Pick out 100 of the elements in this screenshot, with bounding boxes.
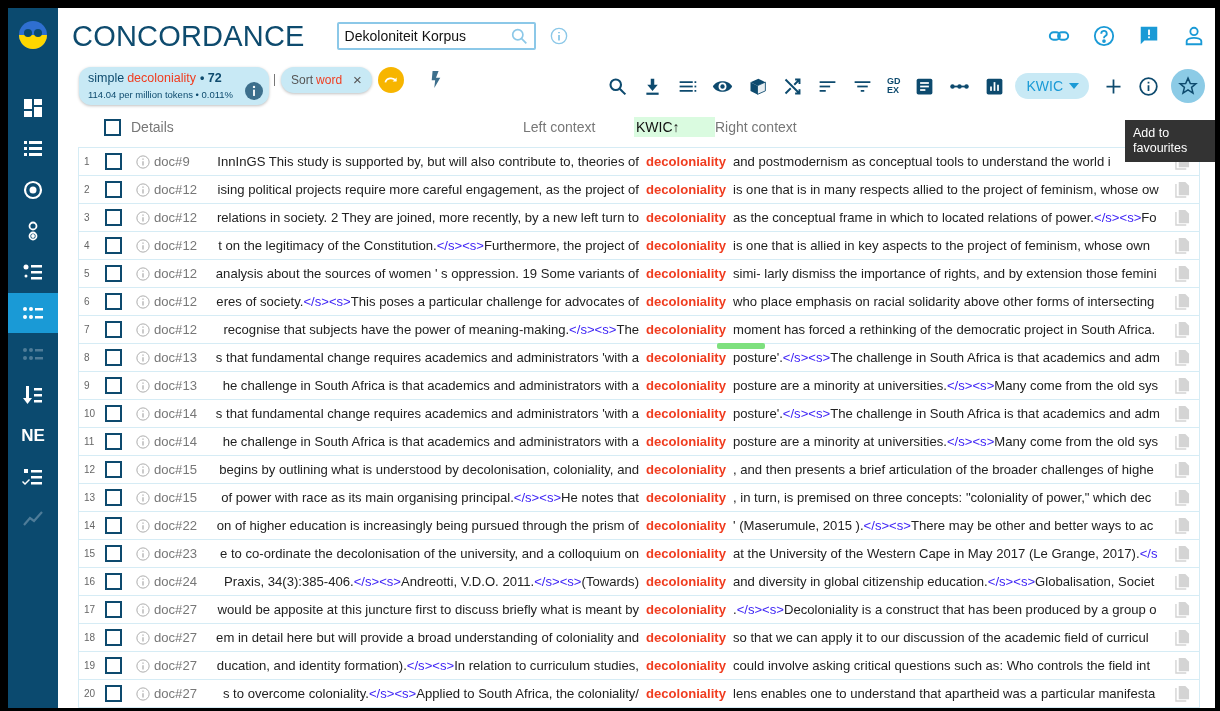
right-context: moment has forced a rethinking of the democratic project in South Africa.: [733, 322, 1156, 337]
right-context: .</s><s>Decoloniality is a construct that has been produced by a group o: [733, 602, 1157, 617]
keyword[interactable]: decoloniality: [645, 182, 726, 197]
keyword[interactable]: decoloniality: [645, 686, 726, 701]
query-chip[interactable]: simple decoloniality • 72 114.04 per million tokens • 0.011%: [79, 67, 270, 106]
logo-icon[interactable]: [18, 20, 48, 50]
keyword[interactable]: decoloniality: [645, 350, 726, 365]
line-number: 17: [83, 604, 97, 615]
document-link[interactable]: doc#27: [154, 630, 204, 645]
keyword[interactable]: decoloniality: [645, 210, 726, 225]
right-context: who place emphasis on racial solidarity above other forms of intersecting: [733, 294, 1155, 309]
document-link[interactable]: doc#12: [154, 210, 204, 225]
left-context: t on the legitimacy of the Constitution.</s><s>Furthermore, the project of: [218, 238, 639, 253]
line-number: 9: [83, 380, 91, 391]
column-header[interactable]: KWIC↑: [634, 117, 715, 138]
document-link[interactable]: doc#15: [154, 490, 204, 505]
sidebar-item[interactable]: NE: [8, 416, 58, 456]
keyword[interactable]: decoloniality: [645, 574, 726, 589]
row-checkbox[interactable]: [105, 657, 122, 674]
redo-button[interactable]: [377, 67, 404, 94]
row-checkbox[interactable]: [105, 265, 122, 282]
row-checkbox[interactable]: [105, 629, 122, 646]
document-link[interactable]: doc#12: [154, 322, 204, 337]
document-link[interactable]: doc#22: [154, 518, 204, 533]
row-checkbox[interactable]: [105, 433, 122, 450]
info-icon[interactable]: [1138, 75, 1159, 97]
select-all-checkbox[interactable]: [104, 118, 121, 136]
keyword[interactable]: decoloniality: [645, 406, 726, 421]
row-checkbox[interactable]: [105, 517, 122, 534]
document-link[interactable]: doc#12: [154, 238, 204, 253]
keyword[interactable]: decoloniality: [645, 154, 726, 169]
keyword[interactable]: decoloniality: [645, 462, 726, 477]
document-link[interactable]: doc#24: [154, 574, 204, 589]
row-checkbox[interactable]: [105, 153, 122, 170]
keyword[interactable]: decoloniality: [645, 434, 726, 449]
keyword[interactable]: decoloniality: [645, 238, 726, 253]
query-type: simple: [88, 71, 125, 86]
help-icon[interactable]: [1093, 25, 1115, 48]
document-link[interactable]: doc#13: [154, 378, 204, 393]
document-link[interactable]: doc#15: [154, 462, 204, 477]
search-icon[interactable]: [606, 75, 628, 97]
sort-chip[interactable]: Sort word ×: [281, 67, 372, 94]
row-checkbox[interactable]: [105, 573, 122, 590]
right-context: and postmodernism as conceptual tools to understand the world i: [733, 154, 1111, 169]
right-context: posture are a minority at universities.</s><s>Many come from the old sys: [733, 378, 1159, 393]
left-context: s that fundamental change requires academics and administrators 'with a: [215, 406, 639, 421]
document-link[interactable]: doc#14: [154, 434, 204, 449]
row-checkbox[interactable]: [105, 461, 122, 478]
info-icon[interactable]: [245, 82, 264, 101]
document-link[interactable]: doc#27: [154, 602, 204, 617]
keyword[interactable]: decoloniality: [645, 630, 726, 645]
keyword[interactable]: decoloniality: [645, 378, 726, 393]
keyword[interactable]: decoloniality: [645, 546, 726, 561]
row-checkbox[interactable]: [105, 209, 122, 226]
gdex-button[interactable]: GD EX: [886, 77, 901, 96]
right-context: , and then presents a brief articulation of the broader challenges of highe: [733, 462, 1154, 477]
row-checkbox[interactable]: [105, 489, 122, 506]
document-link[interactable]: doc#9: [154, 154, 204, 169]
sort-label: Sort: [291, 73, 314, 88]
document-link[interactable]: doc#14: [154, 406, 204, 421]
sort-value: word: [316, 73, 343, 88]
row-checkbox[interactable]: [105, 349, 122, 366]
query-term: decoloniality: [127, 71, 196, 86]
line-number: 7: [83, 324, 91, 335]
user-icon[interactable]: [1183, 25, 1205, 48]
right-context: could involve asking critical questions such as: Who controls the field int: [733, 658, 1151, 673]
row-checkbox[interactable]: [105, 237, 122, 254]
keyword[interactable]: decoloniality: [645, 602, 726, 617]
corpus-field[interactable]: Dekoloniteit Korpus: [336, 22, 536, 51]
favourite-button[interactable]: [1171, 69, 1205, 104]
line-number: 2: [83, 184, 91, 195]
row-checkbox[interactable]: [105, 545, 122, 562]
remove-sort-button[interactable]: ×: [353, 74, 362, 87]
document-link[interactable]: doc#27: [154, 686, 204, 701]
document-link[interactable]: doc#12: [154, 182, 204, 197]
keyword[interactable]: decoloniality: [645, 322, 726, 337]
document-link[interactable]: doc#12: [154, 266, 204, 281]
document-link[interactable]: doc#23: [154, 546, 204, 561]
column-header[interactable]: Right context: [715, 119, 797, 136]
row-checkbox[interactable]: [105, 601, 122, 618]
column-header[interactable]: Details: [131, 119, 523, 136]
row-checkbox[interactable]: [105, 293, 122, 310]
keyword[interactable]: decoloniality: [645, 518, 726, 533]
dashboard-icon: [22, 97, 44, 119]
keyword[interactable]: decoloniality: [645, 658, 726, 673]
row-checkbox[interactable]: [105, 377, 122, 394]
document-link[interactable]: doc#12: [154, 294, 204, 309]
row-checkbox[interactable]: [105, 685, 122, 702]
document-link[interactable]: doc#13: [154, 350, 204, 365]
lightning-icon[interactable]: [429, 69, 442, 89]
keyword[interactable]: decoloniality: [645, 266, 726, 281]
row-checkbox[interactable]: [105, 405, 122, 422]
row-checkbox[interactable]: [105, 181, 122, 198]
left-context: s that fundamental change requires academics and administrators 'with a: [215, 350, 639, 365]
row-checkbox[interactable]: [105, 321, 122, 338]
view-dropdown[interactable]: KWIC: [1015, 73, 1089, 100]
keyword[interactable]: decoloniality: [645, 294, 726, 309]
column-header[interactable]: Left context: [523, 119, 634, 136]
keyword[interactable]: decoloniality: [645, 490, 726, 505]
document-link[interactable]: doc#27: [154, 658, 204, 673]
